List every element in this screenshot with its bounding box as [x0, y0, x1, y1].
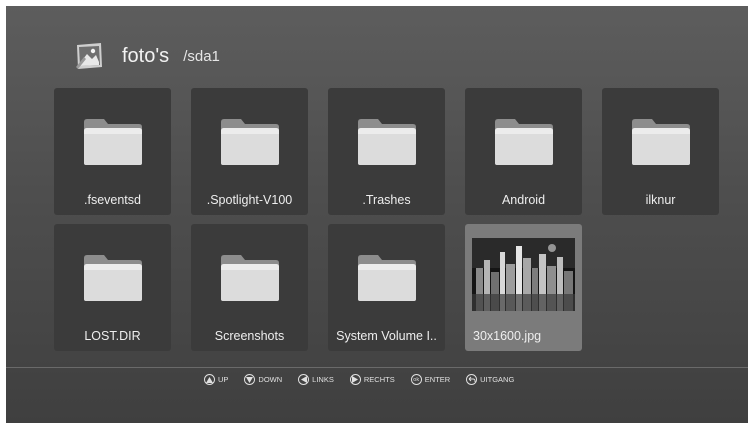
file-label: .fseventsd [84, 193, 141, 207]
return-icon [466, 374, 478, 385]
hint-left-label: LINKS [312, 375, 334, 384]
down-arrow-icon [244, 374, 256, 385]
hint-up: UP [204, 374, 228, 385]
left-arrow-icon [298, 374, 310, 385]
folder-tile[interactable]: Android [465, 88, 582, 215]
up-arrow-icon [204, 374, 215, 385]
current-path: /sda1 [183, 47, 220, 65]
hint-down: DOWN [244, 374, 282, 385]
remote-key-hints: UP DOWN LINKS RECHTS ok ENTER UITGANG [204, 374, 530, 385]
ok-button-icon: ok [410, 374, 422, 385]
file-label: .Trashes [362, 193, 411, 207]
folder-tile[interactable]: LOST.DIR [54, 224, 171, 351]
header: foto's /sda1 [74, 40, 220, 72]
right-arrow-icon [349, 374, 361, 385]
hint-right: RECHTS [349, 374, 395, 385]
folder-icon [358, 255, 416, 301]
city-skyline-image [472, 238, 575, 311]
folder-icon [495, 119, 553, 165]
hint-left: LINKS [298, 374, 334, 385]
photo-app-icon [76, 43, 102, 69]
folder-icon [358, 119, 416, 165]
file-label: System Volume I.. [336, 329, 437, 343]
folder-icon [221, 255, 279, 301]
app-title: foto's [122, 44, 170, 67]
file-label: .Spotlight-V100 [206, 193, 293, 207]
hint-exit-label: UITGANG [480, 375, 515, 384]
footer-divider [6, 367, 748, 368]
file-label: 30x1600.jpg [473, 329, 542, 343]
media-browser-screen: foto's /sda1 .fseventsd .Spotlight-V100 [6, 6, 748, 423]
folder-icon [632, 119, 690, 165]
folder-icon [84, 119, 142, 165]
image-thumbnail [472, 238, 575, 311]
hint-enter-label: ENTER [424, 375, 451, 384]
file-label: ilknur [645, 193, 676, 207]
folder-tile[interactable]: .Spotlight-V100 [191, 88, 308, 215]
file-label: Screenshots [214, 329, 285, 343]
folder-tile[interactable]: .Trashes [328, 88, 445, 215]
hint-exit: UITGANG [466, 374, 514, 385]
file-label: LOST.DIR [84, 329, 141, 343]
folder-tile[interactable]: Screenshots [191, 224, 308, 351]
folder-tile[interactable]: .fseventsd [54, 88, 171, 215]
folder-tile[interactable]: ilknur [602, 88, 719, 215]
hint-enter: ok ENTER [410, 374, 451, 385]
folder-tile[interactable]: System Volume I.. [328, 224, 445, 351]
image-file-tile[interactable]: 30x1600.jpg [465, 224, 582, 351]
file-label: Android [501, 193, 546, 207]
folder-icon [84, 255, 142, 301]
hint-right-label: RECHTS [363, 375, 395, 384]
folder-icon [221, 119, 279, 165]
hint-up-label: UP [218, 375, 229, 384]
hint-down-label: DOWN [258, 375, 283, 384]
